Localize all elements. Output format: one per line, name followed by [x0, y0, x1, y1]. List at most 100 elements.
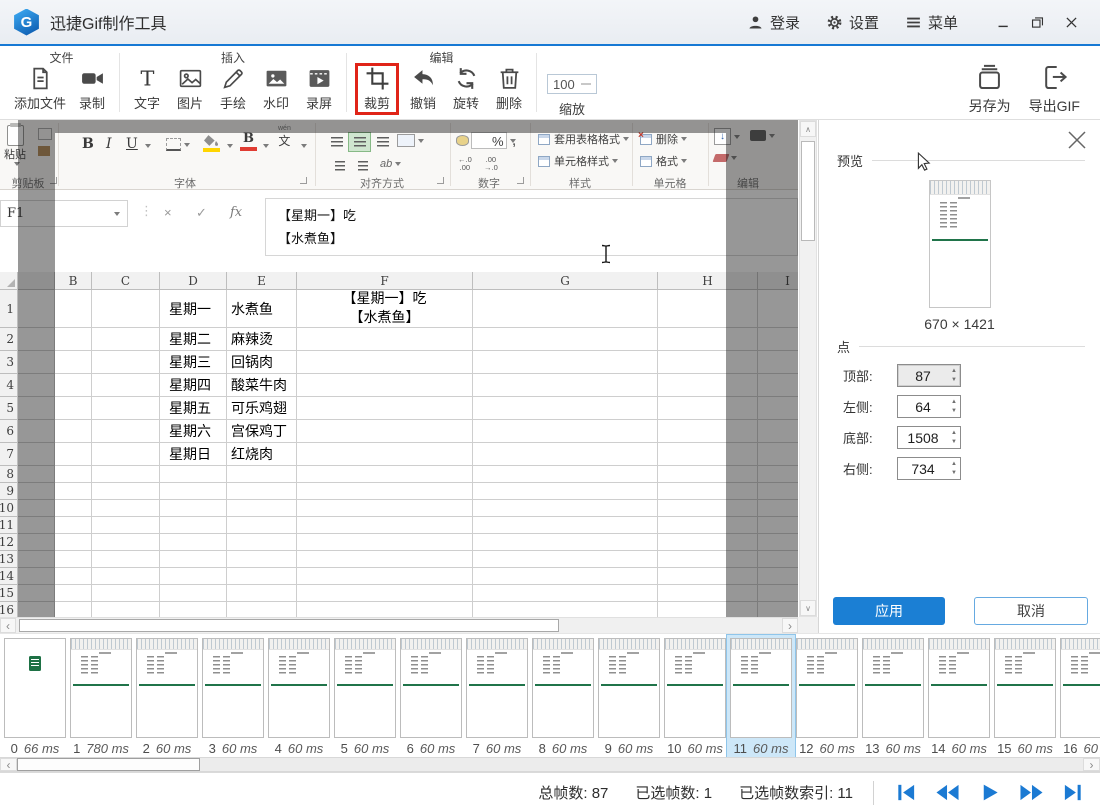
film-frame-7[interactable]: 760 ms — [466, 638, 528, 756]
toolbar-button-delete[interactable]: 删除 — [492, 66, 526, 112]
spin-down-icon[interactable] — [951, 377, 957, 383]
select-all-corner — [0, 272, 18, 290]
grid-cell — [473, 443, 658, 466]
toolbar-button-screen-record[interactable]: 录屏 — [302, 66, 336, 112]
scroll-down-icon[interactable] — [800, 600, 816, 616]
spin-up-icon[interactable] — [951, 430, 957, 436]
save-as-button[interactable]: 另存为 — [969, 62, 1011, 119]
gear-icon — [826, 14, 843, 31]
crop-field-input[interactable]: 87 — [897, 364, 961, 387]
film-frame-4[interactable]: 460 ms — [268, 638, 330, 756]
horizontal-scroll-thumb[interactable] — [19, 619, 559, 632]
film-frame-0[interactable]: 066 ms — [4, 638, 66, 756]
mini-text-column — [1071, 656, 1078, 677]
film-frame-1[interactable]: 1780 ms — [70, 638, 132, 756]
canvas-horizontal-scrollbar[interactable] — [0, 617, 798, 633]
toolbar-button-crop[interactable]: 裁剪 — [355, 63, 399, 115]
frame-duration: 60 ms — [420, 741, 455, 756]
toolbar-button-add-file[interactable]: 添加文件 — [14, 66, 66, 112]
crop-field-input[interactable]: 64 — [897, 395, 961, 418]
film-frame-13[interactable]: 1360 ms — [862, 638, 924, 756]
film-frame-14[interactable]: 1460 ms — [928, 638, 990, 756]
format-as-table-button: 套用表格格式 — [538, 131, 629, 147]
grid-cell — [160, 517, 227, 534]
crop-field-input[interactable]: 1508 — [897, 426, 961, 449]
toolbar-button-draw[interactable]: 手绘 — [216, 66, 250, 112]
grid-cell: 星期日 — [160, 443, 227, 466]
film-frame-10[interactable]: 1060 ms — [664, 638, 726, 756]
film-frame-5[interactable]: 560 ms — [334, 638, 396, 756]
canvas-vertical-scrollbar[interactable] — [799, 120, 817, 617]
scroll-up-icon[interactable] — [800, 121, 816, 137]
previous-frame-button[interactable] — [935, 781, 960, 804]
grid-cell: 星期一 — [160, 290, 227, 328]
mini-text-column — [421, 656, 428, 677]
toolbar-button-record[interactable]: 录制 — [75, 66, 109, 112]
cancel-button[interactable]: 取消 — [974, 597, 1088, 625]
frame-duration: 60 ms — [753, 741, 788, 756]
panel-close-icon[interactable] — [1065, 128, 1089, 152]
frame-duration: 60 ms — [688, 741, 723, 756]
spin-up-icon[interactable] — [951, 368, 957, 374]
zoom-value: 100 — [553, 77, 575, 92]
settings-button[interactable]: 设置 — [826, 12, 879, 33]
filmstrip-scrollbar[interactable] — [0, 757, 1100, 772]
vertical-scroll-thumb[interactable] — [801, 141, 815, 241]
zoom-input[interactable]: 100 — [547, 74, 597, 94]
toolbar-button-text[interactable]: T文字 — [130, 66, 164, 112]
film-frame-11[interactable]: 1160 ms — [730, 638, 792, 756]
preview-section-header: 预览 — [837, 151, 1085, 170]
maximize-button[interactable] — [1024, 9, 1050, 35]
spin-down-icon[interactable] — [951, 439, 957, 445]
menu-button[interactable]: 菜单 — [905, 12, 958, 33]
frame-thumbnail — [862, 638, 924, 738]
film-frame-15[interactable]: 1560 ms — [994, 638, 1056, 756]
minimize-button[interactable] — [990, 9, 1016, 35]
spin-down-icon[interactable] — [951, 470, 957, 476]
film-frame-2[interactable]: 260 ms — [136, 638, 198, 756]
film-frame-16[interactable]: 1660 ms — [1060, 638, 1100, 756]
toolbar-button-image[interactable]: 图片 — [173, 66, 207, 112]
grid-cell — [297, 483, 473, 500]
scroll-right-icon[interactable] — [1083, 758, 1100, 771]
scroll-left-icon[interactable] — [0, 758, 17, 771]
grid-row: 10 — [0, 500, 798, 517]
apply-button[interactable]: 应用 — [833, 597, 945, 625]
film-frame-3[interactable]: 360 ms — [202, 638, 264, 756]
first-frame-button[interactable] — [893, 781, 918, 804]
grid-cell — [160, 483, 227, 500]
mini-text-column — [289, 656, 296, 677]
film-frame-9[interactable]: 960 ms — [598, 638, 660, 756]
spin-down-icon[interactable] — [951, 408, 957, 414]
scroll-right-icon[interactable] — [782, 618, 798, 633]
toolbar-button-undo[interactable]: 撤销 — [406, 66, 440, 112]
spin-up-icon[interactable] — [951, 461, 957, 467]
next-frame-button[interactable] — [1019, 781, 1044, 804]
export-gif-button[interactable]: 导出GIF — [1029, 62, 1080, 119]
close-button[interactable] — [1058, 9, 1084, 35]
mini-ribbon — [137, 639, 197, 650]
filmstrip-scroll-thumb[interactable] — [17, 758, 200, 771]
crop-field-input[interactable]: 734 — [897, 457, 961, 480]
last-frame-button[interactable] — [1061, 781, 1086, 804]
toolbar-button-rotate[interactable]: 旋转 — [449, 66, 483, 112]
editor-canvas[interactable]: 粘贴 剪贴板 B I U B — [0, 120, 818, 633]
play-button[interactable] — [977, 781, 1002, 804]
frame-duration: 780 ms — [86, 741, 129, 756]
film-frame-8[interactable]: 860 ms — [532, 638, 594, 756]
toolbar-button-watermark[interactable]: 水印 — [259, 66, 293, 112]
crop-field-row: 左侧:64 — [819, 391, 1100, 422]
toolbar-group: 编辑裁剪撤销旋转删除 — [347, 46, 536, 119]
login-button[interactable]: 登录 — [747, 12, 800, 33]
frame-index: 16 — [1063, 741, 1077, 756]
scroll-left-icon[interactable] — [0, 618, 16, 633]
film-frame-12[interactable]: 1260 ms — [796, 638, 858, 756]
close-icon — [1063, 14, 1080, 31]
mini-title-line — [561, 652, 573, 654]
toolbar-button-label: 撤销 — [410, 93, 436, 112]
grid-cell — [227, 517, 297, 534]
spin-up-icon[interactable] — [951, 399, 957, 405]
mini-title-line — [231, 652, 243, 654]
spinner — [951, 396, 957, 417]
film-frame-6[interactable]: 660 ms — [400, 638, 462, 756]
